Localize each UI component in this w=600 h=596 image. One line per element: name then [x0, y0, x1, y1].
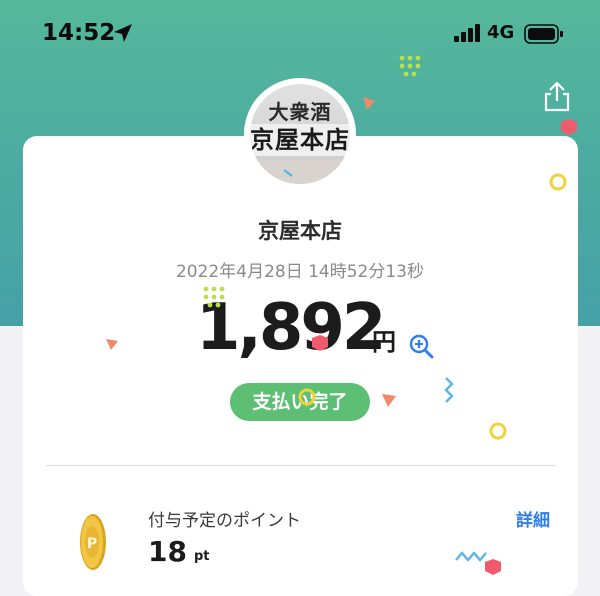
- points-unit: pt: [194, 549, 210, 564]
- payment-status-badge: 支払い完了: [230, 383, 370, 421]
- coin-icon: P: [80, 514, 106, 570]
- points-title: 付与予定のポイント: [148, 511, 301, 531]
- points-value: 18: [148, 535, 187, 568]
- currency-label: 円: [372, 328, 396, 356]
- svg-text:P: P: [87, 536, 97, 552]
- payment-amount: 1,892: [196, 291, 386, 365]
- share-icon[interactable]: [540, 80, 574, 114]
- avatar-sign-main: 京屋本店: [250, 124, 350, 156]
- signal-bars-icon: [454, 24, 480, 42]
- avatar-sign-top: 大衆酒: [268, 100, 332, 124]
- store-avatar-image: 大衆酒 京屋本店: [250, 84, 350, 184]
- location-arrow-icon: [114, 24, 132, 42]
- store-avatar: 大衆酒 京屋本店: [244, 78, 356, 190]
- status-time: 14:52: [42, 20, 116, 46]
- payment-timestamp: 2022年4月28日 14時52分13秒: [175, 262, 424, 282]
- zoom-in-icon[interactable]: [408, 333, 434, 359]
- divider: [46, 465, 556, 466]
- battery-icon: [524, 24, 563, 44]
- network-label: 4G: [487, 22, 515, 43]
- points-detail-link[interactable]: 詳細: [516, 506, 550, 531]
- store-name: 京屋本店: [258, 219, 342, 243]
- status-bar: 14:52 4G: [0, 0, 600, 70]
- avatar-sign-bottom: [250, 160, 350, 184]
